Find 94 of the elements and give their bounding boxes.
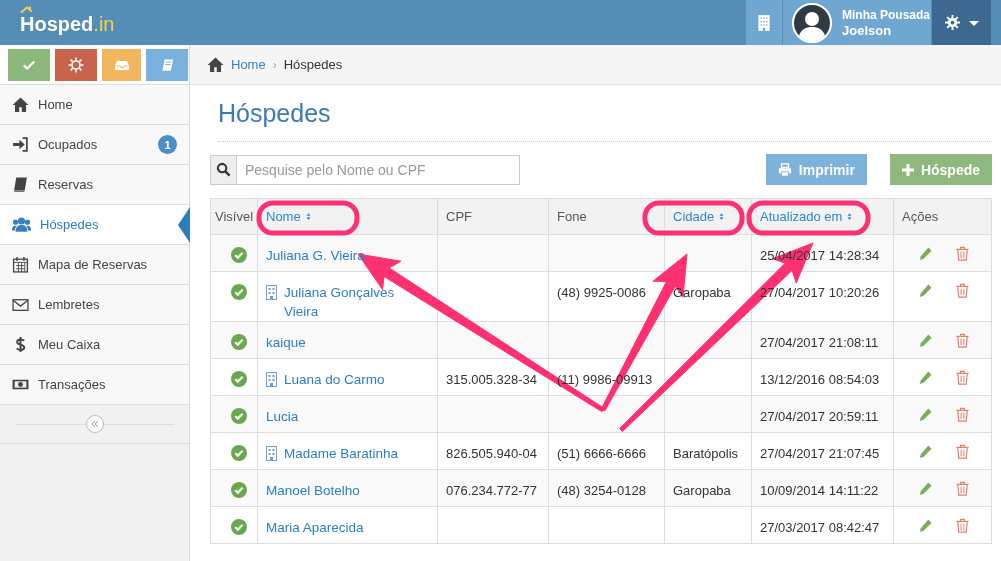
column-header: Visível: [215, 209, 254, 224]
add-guest-button[interactable]: Hóspede: [889, 154, 992, 185]
sun-icon: [68, 57, 84, 73]
cpf-text: 826.505.940-04: [446, 446, 538, 461]
sidebar-item[interactable]: Transações: [0, 365, 189, 405]
plus-icon: [901, 163, 914, 176]
city-text: Garopaba: [673, 483, 731, 498]
trash-icon: [955, 283, 970, 298]
delete-button[interactable]: [955, 246, 970, 261]
cpf-text: 076.234.772-77: [446, 483, 538, 498]
trash-icon: [955, 370, 970, 385]
logo[interactable]: Hosped.in: [20, 6, 115, 35]
delete-button[interactable]: [955, 333, 970, 348]
search-icon: [216, 162, 231, 177]
quick-action-button[interactable]: [8, 49, 50, 81]
active-indicator-icon: [178, 207, 190, 243]
sidebar-item[interactable]: Meu Caixa: [0, 325, 189, 365]
updated-at-text: 27/04/2017 21:08:11: [760, 335, 879, 350]
count-badge: 1: [158, 135, 177, 154]
updated-at-text: 27/04/2017 21:07:45: [760, 446, 880, 461]
edit-button[interactable]: [918, 370, 933, 385]
sidebar-item[interactable]: Lembretes: [0, 285, 189, 325]
sidebar-item[interactable]: Home: [0, 85, 189, 125]
sidebar-item[interactable]: Ocupados 1: [0, 125, 189, 165]
edit-button[interactable]: [918, 333, 933, 348]
search-button[interactable]: [210, 154, 237, 185]
envelope-icon: [12, 296, 29, 313]
book-icon: [12, 176, 29, 193]
pencil-icon: [918, 444, 933, 459]
sidebar-item[interactable]: Hóspedes: [0, 205, 189, 245]
trash-icon: [955, 333, 970, 348]
breadcrumb-link[interactable]: Home: [231, 57, 266, 72]
breadcrumb-current: Hóspedes: [283, 57, 343, 72]
updated-at-text: 10/09/2014 14:11:22: [760, 483, 879, 498]
avatar-icon: [792, 2, 832, 43]
trash-icon: [955, 246, 970, 261]
pencil-icon: [918, 333, 933, 348]
printer-icon: [777, 162, 792, 177]
home-icon: [12, 96, 29, 113]
home-icon: [207, 56, 224, 73]
double-chevron-icon: [89, 419, 100, 429]
delete-button[interactable]: [955, 283, 970, 298]
sortable-column-header[interactable]: Nome: [266, 209, 313, 224]
delete-button[interactable]: [955, 518, 970, 533]
settings-icon: [944, 15, 960, 30]
calendar-icon: [12, 256, 29, 273]
phone-text: (51) 6666-6666: [557, 446, 646, 461]
delete-button[interactable]: [955, 407, 970, 422]
page-title: Hóspedes: [218, 99, 992, 142]
users-icon: [12, 215, 31, 234]
trash-icon: [955, 407, 970, 422]
user-name: Joelson: [842, 22, 893, 38]
trash-icon: [955, 481, 970, 496]
column-header: CPF: [446, 209, 472, 224]
quick-action-button[interactable]: [102, 49, 141, 81]
pencil-icon: [918, 370, 933, 385]
column-header: Ações: [902, 209, 939, 224]
book-icon: [159, 57, 175, 73]
account-name: Minha Pousada: [842, 7, 930, 23]
trash-icon: [955, 444, 970, 459]
pencil-icon: [918, 246, 933, 261]
edit-button[interactable]: [918, 444, 933, 459]
phone-text: (48) 3254-0128: [557, 483, 646, 498]
delete-button[interactable]: [955, 370, 970, 385]
updated-at-text: 27/04/2017 20:59:11: [760, 409, 879, 424]
sidebar-item[interactable]: Reservas: [0, 165, 189, 205]
pencil-icon: [918, 407, 933, 422]
phone-text: (48) 9925-0086: [557, 285, 646, 300]
trash-icon: [955, 518, 970, 533]
collapse-button[interactable]: [85, 415, 104, 433]
quick-action-button[interactable]: [146, 49, 188, 81]
delete-button[interactable]: [955, 481, 970, 496]
cpf-text: 315.005.328-34: [446, 372, 538, 387]
edit-button[interactable]: [918, 407, 933, 422]
pencil-icon: [918, 283, 933, 298]
edit-button[interactable]: [918, 518, 933, 533]
updated-at-text: 27/03/2017 08:42:47: [760, 520, 880, 535]
check-icon: [22, 58, 36, 72]
edit-button[interactable]: [918, 481, 933, 496]
pencil-icon: [918, 481, 933, 496]
delete-button[interactable]: [955, 444, 970, 459]
breadcrumb-separator: ›: [272, 57, 277, 72]
pencil-icon: [918, 518, 933, 533]
column-header: Fone: [557, 209, 587, 224]
updated-at-text: 13/12/2016 08:54:03: [760, 372, 880, 387]
city-text: Baratópolis: [673, 446, 739, 461]
search-field[interactable]: Pesquise pelo Nome ou CPF: [237, 154, 520, 185]
sidebar-item[interactable]: Mapa de Reservas: [0, 245, 189, 285]
building-icon: [755, 13, 773, 32]
quick-action-button[interactable]: [55, 49, 97, 81]
edit-button[interactable]: [918, 283, 933, 298]
sign-in-icon: [12, 136, 29, 153]
edit-button[interactable]: [918, 246, 933, 261]
print-button[interactable]: Imprimir: [765, 154, 867, 185]
